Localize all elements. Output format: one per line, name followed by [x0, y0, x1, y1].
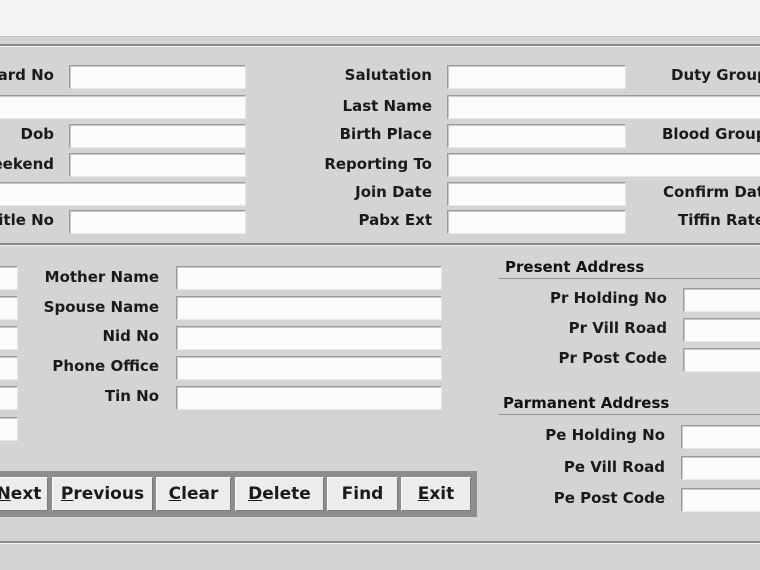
weekend-label: eekend	[0, 155, 54, 173]
tin-no-label: Tin No	[104, 387, 159, 405]
title-no-label: itle No	[0, 211, 54, 229]
pe-holding-no-field[interactable]	[681, 425, 760, 449]
name-field[interactable]	[0, 95, 246, 119]
phone-office-field[interactable]	[176, 356, 442, 380]
confirm-date-label: Confirm Date	[663, 183, 760, 201]
pe-post-code-field[interactable]	[681, 488, 760, 512]
spouse-name-field[interactable]	[176, 296, 442, 320]
left-field-3[interactable]	[0, 326, 18, 350]
previous-button[interactable]: Previous	[52, 477, 153, 511]
pabx-ext-label: Pabx Ext	[358, 211, 432, 229]
left-field-5[interactable]	[0, 386, 18, 410]
window-title-bar	[0, 0, 760, 37]
weekend-field[interactable]	[69, 153, 246, 177]
last-name-label: Last Name	[342, 97, 432, 115]
pr-post-code-label: Pr Post Code	[558, 349, 667, 367]
join-date-field[interactable]	[447, 182, 626, 206]
title-no-field[interactable]	[69, 210, 246, 234]
pabx-ext-field[interactable]	[447, 210, 626, 234]
pe-holding-no-label: Pe Holding No	[545, 426, 665, 444]
left-field-4[interactable]	[0, 356, 18, 380]
left-field-1[interactable]	[0, 266, 18, 290]
pr-holding-no-label: Pr Holding No	[550, 289, 667, 307]
birth-place-label: Birth Place	[339, 125, 432, 143]
reporting-to-label: Reporting To	[324, 155, 432, 173]
dob-field[interactable]	[69, 124, 246, 148]
salutation-label: Salutation	[344, 66, 432, 84]
nid-no-field[interactable]	[176, 326, 442, 350]
delete-button[interactable]: Delete	[235, 477, 324, 511]
left-field-2[interactable]	[0, 296, 18, 320]
dob-label: Dob	[20, 125, 55, 143]
nid-no-label: Nid No	[102, 327, 159, 345]
pr-vill-road-field[interactable]	[683, 318, 760, 342]
pr-post-code-field[interactable]	[683, 348, 760, 372]
find-button[interactable]: Find	[327, 477, 398, 511]
mother-name-label: Mother Name	[44, 268, 159, 286]
pr-vill-road-label: Pr Vill Road	[568, 319, 667, 337]
pe-vill-road-field[interactable]	[681, 456, 760, 480]
reporting-to-field[interactable]	[447, 153, 760, 177]
pe-post-code-label: Pe Post Code	[553, 489, 665, 507]
exit-button[interactable]: Exit	[401, 477, 471, 511]
middle-divider	[0, 243, 760, 246]
spouse-name-label: Spouse Name	[43, 298, 159, 316]
permanent-address-header: Parmanent Address	[499, 394, 760, 415]
salutation-field[interactable]	[447, 65, 626, 89]
phone-office-label: Phone Office	[52, 357, 159, 375]
blood-group-label: Blood Group	[662, 125, 760, 143]
tin-no-field[interactable]	[176, 386, 442, 410]
present-address-header: Present Address	[499, 258, 760, 279]
tiffin-rate-label: Tiffin Rate	[678, 211, 760, 229]
top-divider	[0, 44, 760, 47]
clear-button[interactable]: Clear	[156, 477, 231, 511]
mother-name-field[interactable]	[176, 266, 442, 290]
next-button[interactable]: Next	[0, 477, 48, 511]
last-name-field[interactable]	[447, 95, 760, 119]
card-no-label: Card No	[0, 66, 54, 84]
pe-vill-road-label: Pe Vill Road	[563, 458, 665, 476]
birth-place-field[interactable]	[447, 124, 626, 148]
duty-group-label: Duty Group	[671, 66, 760, 84]
bottom-divider	[0, 541, 760, 544]
left-field-6[interactable]	[0, 417, 18, 441]
card-no-field[interactable]	[69, 65, 246, 89]
join-date-label: Join Date	[355, 183, 432, 201]
pr-holding-no-field[interactable]	[683, 288, 760, 312]
designation-field[interactable]	[0, 182, 246, 206]
